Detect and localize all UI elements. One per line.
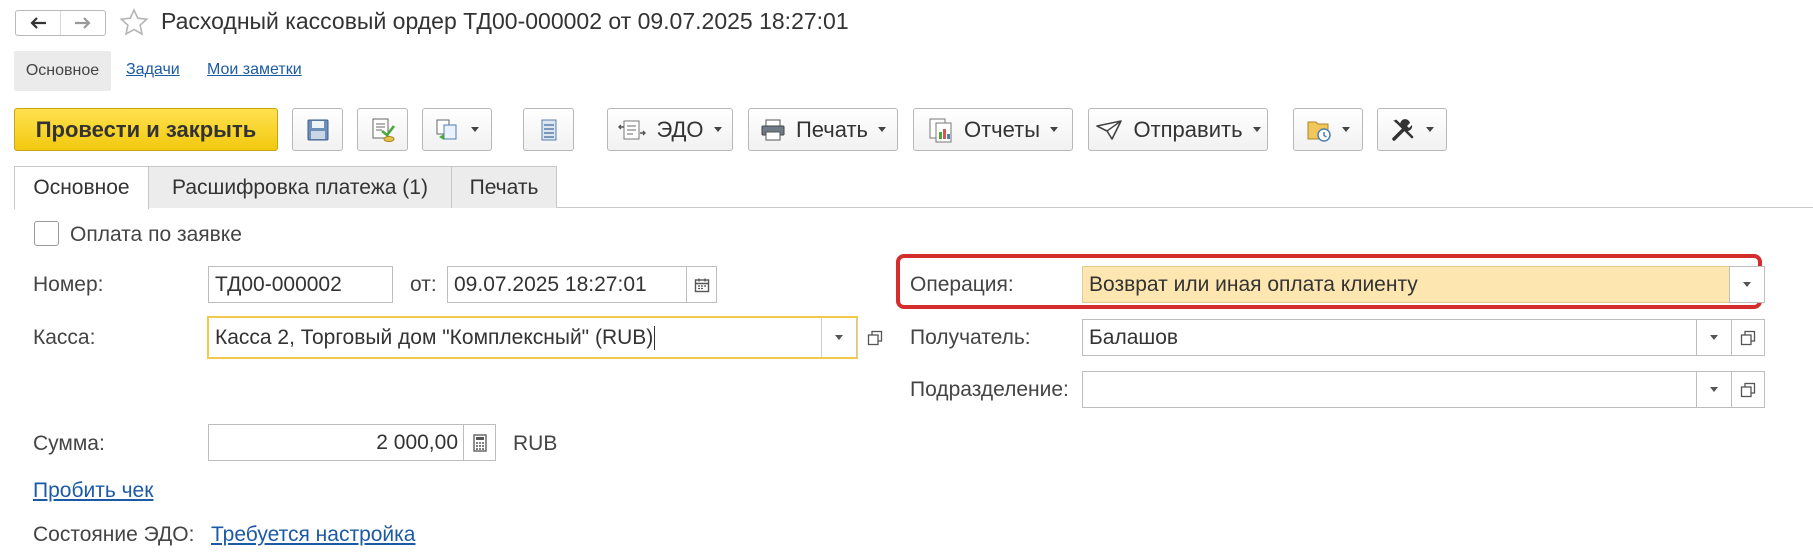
send-button[interactable]: Отправить [1088,108,1268,151]
chevron-down-icon [1710,387,1718,392]
send-plane-icon [1096,119,1123,140]
print-button[interactable]: Печать [748,108,898,151]
chevron-down-icon [471,127,479,132]
recipient-label: Получатель: [910,326,1031,349]
calculator-icon [472,433,487,452]
edo-exchange-icon [618,120,647,139]
recipient-dropdown-button[interactable] [1696,319,1732,356]
chevron-down-icon [1426,127,1434,132]
post-and-close-button[interactable]: Провести и закрыть [14,108,278,151]
open-window-icon [1740,382,1756,397]
document-structure-button[interactable] [523,108,574,151]
chevron-down-icon [1252,127,1261,132]
amount-input[interactable]: 2 000,00 [208,424,464,461]
nav-tasks[interactable]: Задачи [126,61,180,79]
text-cursor [654,325,656,350]
arrow-right-icon [75,17,91,29]
edo-button[interactable]: ЭДО [607,108,733,151]
reports-label: Отчеты [963,116,1041,142]
chevron-down-icon [835,335,843,340]
post-document-icon [372,118,395,142]
more-actions-button[interactable] [1377,108,1447,151]
calculator-button[interactable] [463,424,496,461]
chevron-down-icon [1342,127,1350,132]
open-window-icon [867,330,883,345]
attachment-clock-icon [1307,121,1331,142]
save-disk-icon [307,119,328,140]
tab-main[interactable]: Основное [14,166,149,209]
nav-main[interactable]: Основное [14,51,111,91]
calendar-icon [694,278,709,292]
division-label: Подразделение: [910,378,1069,401]
print-receipt-link[interactable]: Пробить чек [33,479,153,503]
pay-by-request-checkbox[interactable] [34,221,59,246]
back-button[interactable] [16,11,60,35]
save-button[interactable] [292,108,343,151]
chevron-down-icon [878,127,887,132]
tools-icon [1392,118,1414,141]
favorite-star-icon[interactable] [118,7,150,39]
list-icon [541,119,556,140]
operation-select[interactable]: Возврат или иная оплата клиенту [1082,266,1730,303]
chevron-down-icon [1050,127,1059,132]
window-title: Расходный кассовый ордер ТД00-000002 от … [161,8,849,34]
cashbox-input[interactable]: Касса 2, Торговый дом "Комплексный" (RUB… [207,316,858,359]
history-nav [15,10,106,36]
attachments-button[interactable] [1293,108,1363,151]
post-button[interactable] [357,108,408,151]
edo-label: ЭДО [656,116,704,142]
reports-chart-icon [929,118,952,142]
tab-payment-breakdown[interactable]: Расшифровка платежа (1) [148,166,452,208]
date-label: от: [410,273,437,296]
edo-state-link[interactable]: Требуется настройка [211,523,415,547]
amount-label: Сумма: [33,432,105,455]
division-dropdown-button[interactable] [1696,371,1732,408]
operation-dropdown-button[interactable] [1729,266,1765,303]
cashbox-dropdown-button[interactable] [822,318,856,357]
chevron-down-icon [1710,335,1718,340]
send-label: Отправить [1133,116,1243,142]
post-and-close-label: Провести и закрыть [35,116,257,142]
cashbox-label: Касса: [33,326,96,349]
number-input[interactable]: ТД00-000002 [208,266,393,303]
nav-my-notes[interactable]: Мои заметки [207,61,302,79]
number-label: Номер: [33,273,104,296]
date-input[interactable]: 09.07.2025 18:27:01 [447,266,687,303]
forward-button[interactable] [60,11,105,35]
cashbox-open-button[interactable] [857,318,892,357]
reports-button[interactable]: Отчеты [913,108,1073,151]
arrow-left-icon [30,17,46,29]
create-based-on-icon [436,119,457,140]
printer-icon [761,119,785,140]
division-input[interactable] [1082,371,1697,408]
print-label: Печать [795,116,869,142]
open-window-icon [1740,330,1756,345]
tab-print[interactable]: Печать [451,166,557,208]
chevron-down-icon [1743,282,1751,287]
edo-state-label: Состояние ЭДО: [33,523,195,546]
cashbox-value: Касса 2, Торговый дом "Комплексный" (RUB… [215,325,654,349]
currency-label: RUB [513,432,558,455]
create-based-on-button[interactable] [422,108,492,151]
operation-label: Операция: [910,273,1014,296]
chevron-down-icon [713,127,722,132]
recipient-input[interactable]: Балашов [1082,319,1697,356]
recipient-open-button[interactable] [1731,319,1765,356]
pay-by-request-label: Оплата по заявке [70,223,242,246]
date-picker-button[interactable] [686,266,717,303]
division-open-button[interactable] [1731,371,1765,408]
